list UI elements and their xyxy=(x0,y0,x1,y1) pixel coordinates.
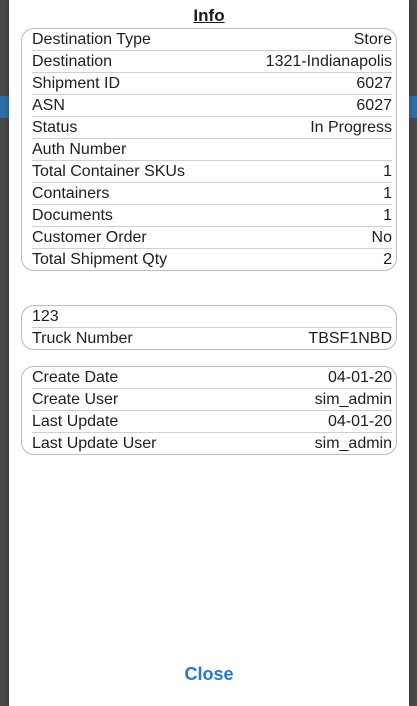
info-dialog: Info Destination Type Store Destination … xyxy=(9,0,409,706)
detail-label: Destination xyxy=(32,53,113,70)
detail-label: ASN xyxy=(32,97,65,114)
screen: Info Destination Type Store Destination … xyxy=(0,0,417,706)
detail-row-auth-number: Auth Number xyxy=(32,139,392,161)
detail-row-shipment-id: Shipment ID 6027 xyxy=(32,73,392,95)
detail-value: 1 xyxy=(383,163,392,180)
detail-label: Last Update User xyxy=(32,435,157,452)
detail-label: 123 xyxy=(32,308,59,325)
detail-value: sim_admin xyxy=(314,391,392,408)
detail-value: 1321-Indianapolis xyxy=(265,53,392,70)
detail-row-total-shipment-qty: Total Shipment Qty 2 xyxy=(32,249,392,270)
detail-label: Last Update xyxy=(32,413,119,430)
detail-value: Store xyxy=(353,31,392,48)
detail-row-truck-number: Truck Number TBSF1NBD xyxy=(32,328,392,349)
detail-row-containers: Containers 1 xyxy=(32,183,392,205)
detail-row-last-update-user: Last Update User sim_admin xyxy=(32,433,392,454)
detail-row-reference: 123 xyxy=(32,306,392,328)
detail-value: sim_admin xyxy=(314,435,392,452)
dialog-title: Info xyxy=(193,6,225,25)
detail-value: In Progress xyxy=(310,119,392,136)
detail-row-destination-type: Destination Type Store xyxy=(32,29,392,51)
detail-label: Shipment ID xyxy=(32,75,121,92)
detail-row-destination: Destination 1321-Indianapolis xyxy=(32,51,392,73)
audit-details-group: Create Date 04-01-20 Create User sim_adm… xyxy=(21,366,397,455)
detail-label: Customer Order xyxy=(32,229,147,246)
detail-label: Documents xyxy=(32,207,113,224)
detail-label: Status xyxy=(32,119,78,136)
detail-row-total-container-skus: Total Container SKUs 1 xyxy=(32,161,392,183)
detail-label: Destination Type xyxy=(32,31,151,48)
detail-value: 04-01-20 xyxy=(327,369,392,386)
detail-value: 6027 xyxy=(356,75,392,92)
backdrop-strip xyxy=(0,96,9,118)
shipment-details-group: Destination Type Store Destination 1321-… xyxy=(21,28,397,271)
detail-label: Create Date xyxy=(32,369,119,386)
transport-details-group: 123 Truck Number TBSF1NBD xyxy=(21,305,397,350)
detail-value: 04-01-20 xyxy=(327,413,392,430)
detail-label: Truck Number xyxy=(32,330,133,347)
detail-row-status: Status In Progress xyxy=(32,117,392,139)
detail-label: Create User xyxy=(32,391,119,408)
detail-row-asn: ASN 6027 xyxy=(32,95,392,117)
detail-row-last-update: Last Update 04-01-20 xyxy=(32,411,392,433)
detail-value: 1 xyxy=(383,207,392,224)
detail-label: Total Container SKUs xyxy=(32,163,185,180)
detail-value: 2 xyxy=(383,251,392,268)
detail-value: 1 xyxy=(383,185,392,202)
detail-label: Containers xyxy=(32,185,110,202)
detail-row-create-user: Create User sim_admin xyxy=(32,389,392,411)
detail-row-documents: Documents 1 xyxy=(32,205,392,227)
close-button[interactable]: Close xyxy=(9,664,409,685)
detail-value: 6027 xyxy=(356,97,392,114)
backdrop-strip xyxy=(409,96,417,118)
detail-label: Auth Number xyxy=(32,141,127,158)
detail-value: TBSF1NBD xyxy=(308,330,392,347)
detail-row-create-date: Create Date 04-01-20 xyxy=(32,367,392,389)
detail-value: No xyxy=(371,229,392,246)
detail-label: Total Shipment Qty xyxy=(32,251,168,268)
detail-row-customer-order: Customer Order No xyxy=(32,227,392,249)
